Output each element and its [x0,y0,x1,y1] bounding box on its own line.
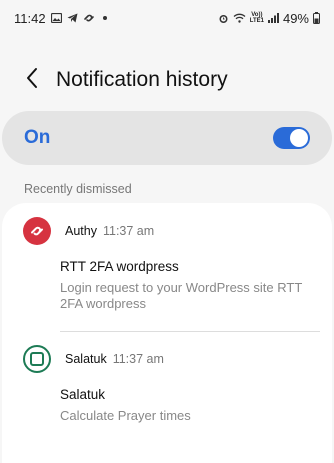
salatuk-icon [23,345,51,373]
notification-title: Salatuk [60,387,106,402]
notification-app-row: Authy 11:37 am [2,215,332,247]
wifi-icon [233,13,246,23]
telegram-icon [67,13,78,23]
notification-title: RTT 2FA wordpress [60,259,179,274]
gallery-icon [50,13,62,23]
page-title: Notification history [56,68,228,91]
toggle-label: On [24,127,51,148]
volte-indicator: Vo)) LTE1 [249,12,264,24]
status-bar-right: Vo)) LTE1 49% [218,11,320,26]
app-name: Authy [65,224,97,238]
notification-list: Authy 11:37 am RTT 2FA wordpress Login r… [2,203,332,463]
notification-body: Login request to your WordPress site RTT… [60,280,303,311]
battery-percentage: 49% [282,10,309,26]
authy-status-icon [83,13,95,23]
more-notifications-dot-icon [102,16,107,20]
status-bar-left: 11:42 [14,11,107,26]
battery-icon [313,12,320,24]
notification-time: 11:37 am [102,224,155,238]
clock: 11:42 [14,10,46,26]
status-bar: 11:42 Vo)) LTE1 49% [0,0,334,36]
header: Notification history [0,58,334,102]
app-name: Salatuk [65,352,107,366]
back-button[interactable] [17,65,47,95]
switch-knob [290,129,308,147]
notification-history-switch[interactable] [273,127,310,149]
salatuk-icon-inner [30,352,44,366]
section-header-recently-dismissed: Recently dismissed [24,182,132,196]
back-arrow-icon [25,67,39,94]
notification-body: Calculate Prayer times [60,408,191,423]
authy-icon [23,217,51,245]
notification-history-toggle-row[interactable]: On [2,111,332,165]
divider [60,331,320,332]
alarm-icon [218,13,229,24]
notification-item-salatuk[interactable]: Salatuk 11:37 am Salatuk Calculate Praye… [2,343,332,424]
signal-icon [267,13,279,23]
notification-time: 11:37 am [112,352,164,366]
notification-app-row: Salatuk 11:37 am [2,343,332,375]
notification-item-authy[interactable]: Authy 11:37 am RTT 2FA wordpress Login r… [2,215,332,312]
